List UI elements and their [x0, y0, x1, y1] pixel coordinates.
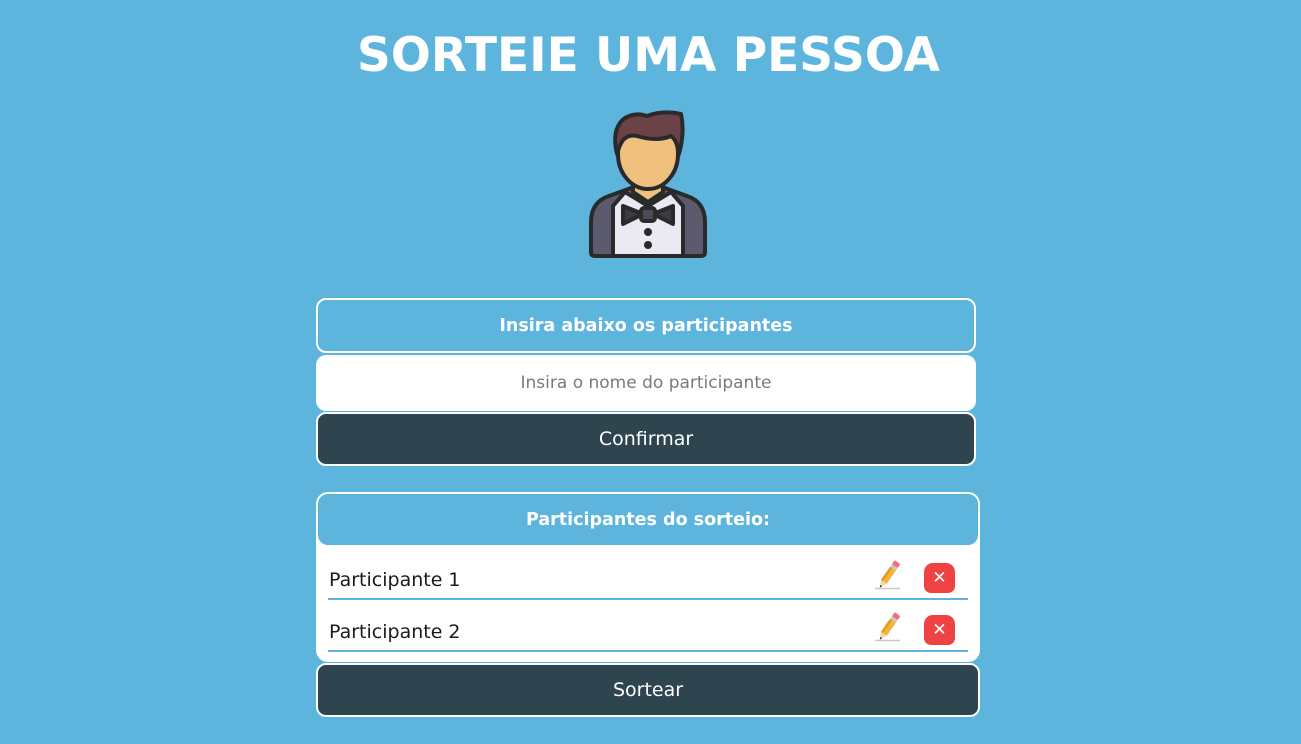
participant-name: Participante 2 [329, 621, 461, 643]
form-header-label: Insira abaixo os participantes [499, 315, 793, 336]
delete-glyph: ✕ [932, 567, 947, 588]
confirm-button-label: Confirmar [598, 428, 694, 450]
participant-input-container [316, 355, 976, 411]
person-bowtie-icon [589, 110, 707, 258]
participants-header-label: Participantes do sorteio: [525, 509, 771, 530]
form-header: Insira abaixo os participantes [316, 298, 976, 353]
draw-button[interactable]: Sortear [316, 663, 980, 717]
draw-button-label: Sortear [612, 679, 684, 701]
participants-panel: Participantes do sorteio: Participante 1… [316, 492, 980, 662]
participant-name: Participante 1 [329, 569, 461, 591]
participants-header: Participantes do sorteio: [318, 494, 978, 545]
participant-row: Participante 2 ✕ [328, 602, 968, 652]
close-icon[interactable]: ✕ [924, 563, 955, 593]
participant-row: Participante 1 ✕ [328, 550, 968, 600]
confirm-button[interactable]: Confirmar [316, 412, 976, 466]
close-icon[interactable]: ✕ [924, 615, 955, 645]
participant-name-input[interactable] [316, 355, 976, 411]
pencil-icon[interactable] [874, 560, 902, 590]
page-title: SORTEIE UMA PESSOA [357, 28, 940, 83]
delete-glyph: ✕ [932, 619, 947, 640]
pencil-icon[interactable] [874, 612, 902, 642]
